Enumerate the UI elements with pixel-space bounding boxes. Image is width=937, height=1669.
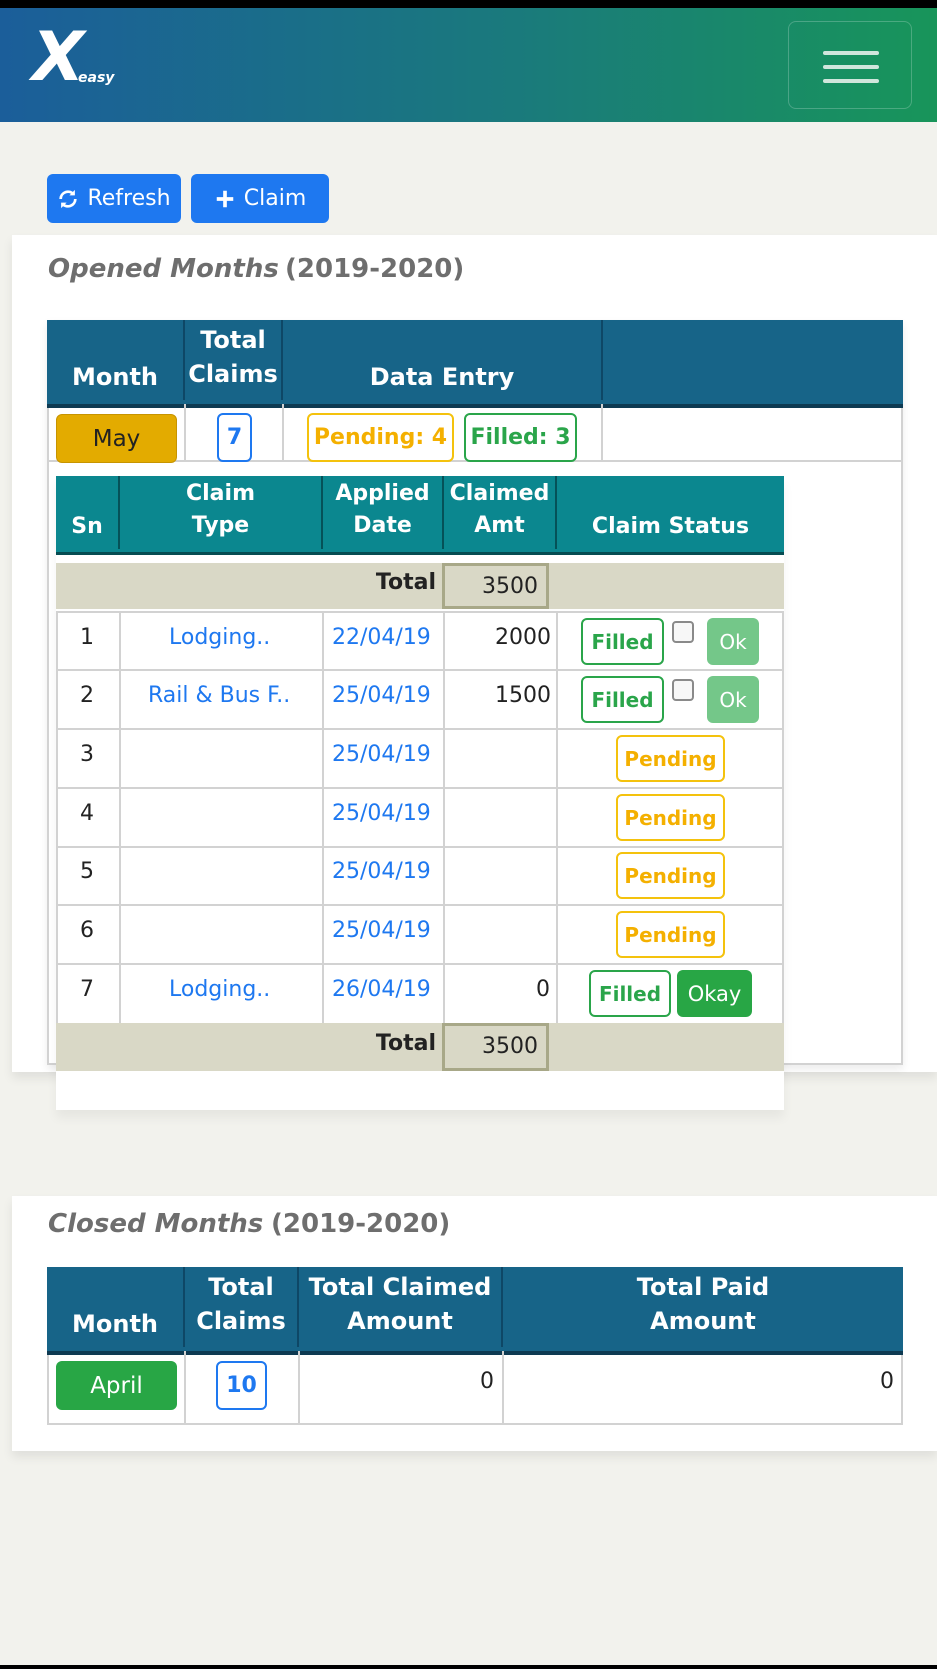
claimed-amt: 0 [536, 977, 550, 1002]
row-sn: 1 [80, 625, 94, 650]
claim-type-link[interactable]: Rail & Bus F.. [148, 683, 290, 708]
col-total-claimed-amount: Total Claimed Amount [299, 1267, 503, 1347]
col-data-entry: Data Entry [283, 320, 603, 400]
row-sn: 6 [80, 918, 94, 943]
opened-table-header: Month Total Claims Data Entry [47, 320, 903, 408]
approve-checkbox[interactable] [672, 679, 694, 701]
col-claimed-amt: Claimed Amt [444, 476, 557, 549]
total-claims-badge[interactable]: 7 [217, 413, 252, 462]
pending-count-badge[interactable]: Pending: 4 [307, 413, 454, 462]
month-button-april[interactable]: April [56, 1361, 177, 1410]
status-filled-badge[interactable]: Filled [589, 970, 671, 1017]
claims-detail-header: Sn Claim Type Applied Date Claimed Amt Clai… [56, 476, 784, 555]
logo[interactable]: X easy [32, 18, 122, 102]
refresh-icon [59, 189, 78, 208]
approve-checkbox[interactable] [672, 621, 694, 643]
closed-months-title: Closed Months [48, 1209, 264, 1239]
col-empty [603, 320, 903, 400]
logo-mark: X [32, 18, 85, 97]
filled-count-badge[interactable]: Filled: 3 [464, 413, 577, 462]
col-claim-type: Claim Type [120, 476, 323, 549]
opened-months-title: Opened Months [48, 254, 279, 284]
status-pending-badge[interactable]: Pending [616, 911, 725, 958]
closed-months-year: (2019-2020) [271, 1209, 451, 1239]
opened-months-year: (2019-2020) [285, 254, 465, 284]
col-total-claims: Total Claims [185, 320, 283, 400]
add-claim-label: Claim [243, 186, 307, 211]
col-applied-date: Applied Date [323, 476, 444, 549]
total-paid-amount: 0 [880, 1369, 894, 1394]
app-frame: X easy Refresh Claim Opened Months (2019… [0, 8, 937, 1665]
col-sn: Sn [56, 476, 120, 549]
applied-date-link[interactable]: 25/04/19 [332, 683, 431, 708]
status-filled-badge[interactable]: Filled [581, 618, 664, 665]
total-row-bottom: Total 3500 [56, 1023, 784, 1071]
applied-date-link[interactable]: 25/04/19 [332, 918, 431, 943]
claimed-amt: 1500 [495, 683, 551, 708]
applied-date-link[interactable]: 22/04/19 [332, 625, 431, 650]
total-label: Total [375, 1031, 436, 1056]
applied-date-link[interactable]: 26/04/19 [332, 977, 431, 1002]
plus-icon [216, 190, 233, 207]
claimed-amt: 2000 [495, 625, 551, 650]
ok-button[interactable]: Ok [707, 676, 759, 723]
total-value: 3500 [442, 1023, 549, 1071]
status-filled-badge[interactable]: Filled [581, 676, 664, 723]
col-total-paid-amount: Total Paid Amount [636, 1273, 770, 1335]
refresh-label: Refresh [87, 186, 171, 211]
hamburger-icon [823, 51, 879, 55]
refresh-button[interactable]: Refresh [47, 174, 181, 223]
status-pending-badge[interactable]: Pending [616, 794, 725, 841]
total-value: 3500 [442, 563, 549, 609]
claim-type-link[interactable]: Lodging.. [169, 625, 270, 650]
logo-text: easy [78, 70, 115, 86]
total-label: Total [375, 570, 436, 595]
col-claim-status: Claim Status [591, 514, 750, 539]
applied-date-link[interactable]: 25/04/19 [332, 742, 431, 767]
total-claims-badge[interactable]: 10 [216, 1361, 267, 1410]
row-sn: 2 [80, 683, 94, 708]
month-button-may[interactable]: May [56, 414, 177, 463]
total-claimed-amount: 0 [480, 1369, 494, 1394]
add-claim-button[interactable]: Claim [191, 174, 329, 223]
applied-date-link[interactable]: 25/04/19 [332, 801, 431, 826]
col-month: Month [47, 1267, 185, 1347]
status-pending-badge[interactable]: Pending [616, 735, 725, 782]
closed-table-header: Month Total Claims Total Claimed Amount To… [47, 1267, 903, 1355]
applied-date-link[interactable]: 25/04/19 [332, 859, 431, 884]
menu-toggle-button[interactable] [788, 21, 912, 109]
row-sn: 5 [80, 859, 94, 884]
col-month: Month [47, 320, 185, 400]
col-total-claims: Total Claims [185, 1267, 299, 1347]
okay-button[interactable]: Okay [677, 970, 752, 1017]
row-sn: 3 [80, 742, 94, 767]
claim-type-link[interactable]: Lodging.. [169, 977, 270, 1002]
row-sn: 4 [80, 801, 94, 826]
total-row-top: Total 3500 [56, 563, 784, 609]
row-sn: 7 [80, 977, 94, 1002]
status-pending-badge[interactable]: Pending [616, 852, 725, 899]
ok-button[interactable]: Ok [707, 618, 759, 665]
top-navbar: X easy [0, 8, 937, 122]
